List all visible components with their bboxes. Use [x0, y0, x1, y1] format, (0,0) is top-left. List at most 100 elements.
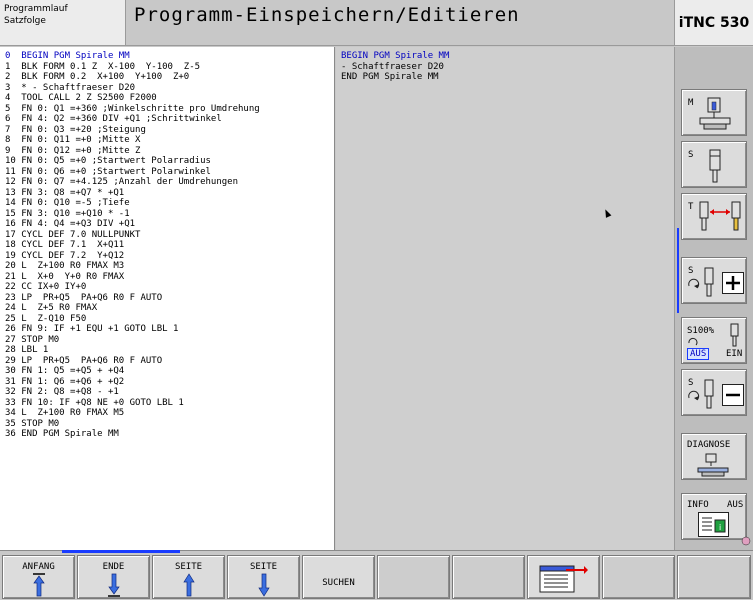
program-line[interactable]: 2 BLK FORM 0.2 X+100 Y+100 Z+0	[5, 72, 334, 83]
program-line[interactable]: 3 * - Schaftfraeser D20	[5, 83, 334, 94]
spindle-off-option[interactable]: AUS	[687, 348, 710, 360]
brand-logo: iTNC 530	[674, 0, 753, 46]
program-line[interactable]: 0 BEGIN PGM Spirale MM	[5, 51, 334, 62]
program-line[interactable]: 5 FN 0: Q1 =+360 ;Winkelschritte pro Umd…	[5, 104, 334, 115]
spindle-icon	[704, 379, 714, 409]
program-line[interactable]: 1 BLK FORM 0.1 Z X-100 Y-100 Z-5	[5, 62, 334, 73]
program-line[interactable]: 24 L Z+5 R0 FMAX	[5, 303, 334, 314]
program-line[interactable]: 32 FN 2: Q8 =+Q8 - +1	[5, 387, 334, 398]
arrow-down-to-bottom-icon	[108, 573, 120, 597]
program-line[interactable]: 19 CYCL DEF 7.2 Y+Q12	[5, 251, 334, 262]
softkey-s-label: S	[688, 150, 694, 160]
softkey-t-label: T	[688, 202, 694, 212]
page-down-label: SEITE	[249, 562, 278, 572]
spindle-rotation-icon	[688, 390, 700, 401]
program-line[interactable]: 21 L X+0 Y+0 R0 FMAX	[5, 272, 334, 283]
softkey-s-plus-label: S	[688, 266, 694, 276]
mode-panel: Programmlauf Satzfolge	[0, 0, 126, 46]
program-line[interactable]: 10 FN 0: Q5 =+0 ;Startwert Polarradius	[5, 156, 334, 167]
program-line[interactable]: 8 FN 0: Q11 =+0 ;Mitte X	[5, 135, 334, 146]
info-document-icon: i	[698, 512, 729, 537]
program-line[interactable]: 26 FN 9: IF +1 EQU +1 GOTO LBL 1	[5, 324, 334, 335]
program-line[interactable]: 18 CYCL DEF 7.1 X+Q11	[5, 240, 334, 251]
svg-text:i: i	[719, 523, 721, 532]
empty-softkey-7[interactable]	[452, 555, 525, 599]
program-line[interactable]: 6 FN 4: Q2 =+360 DIV +Q1 ;Schrittwinkel	[5, 114, 334, 125]
program-list-icon	[539, 565, 588, 593]
softkey-bar-indicator	[677, 228, 679, 313]
program-line[interactable]: 33 FN 10: IF +Q8 NE +0 GOTO LBL 1	[5, 398, 334, 409]
page-down-button[interactable]: SEITE	[227, 555, 300, 599]
program-line[interactable]: 20 L Z+100 R0 FMAX M3	[5, 261, 334, 272]
program-line[interactable]: 23 LP PR+Q5 PA+Q6 R0 F AUTO	[5, 293, 334, 304]
program-line[interactable]: 17 CYCL DEF 7.0 NULLPUNKT	[5, 230, 334, 241]
softkey-info-aus-label: AUS	[727, 500, 744, 510]
page-title: Programm-Einspeichern/Editieren	[126, 0, 674, 46]
program-line[interactable]: 13 FN 3: Q8 =+Q7 * +Q1	[5, 188, 334, 199]
program-line[interactable]: 11 FN 0: Q6 =+0 ;Startwert Polarwinkel	[5, 167, 334, 178]
softkey-info[interactable]: INFO AUS i	[681, 493, 747, 540]
softkey-s-minus-label: S	[688, 378, 694, 388]
plus-icon	[722, 272, 744, 294]
ende-button[interactable]: ENDE	[77, 555, 150, 599]
program-line[interactable]: 29 LP PR+Q5 PA+Q6 R0 F AUTO	[5, 356, 334, 367]
arrow-up-icon	[183, 573, 195, 597]
program-line[interactable]: 15 FN 3: Q10 =+Q10 * -1	[5, 209, 334, 220]
softkey-t[interactable]: T	[681, 193, 747, 240]
program-line[interactable]: 30 FN 1: Q5 =+Q5 + +Q4	[5, 366, 334, 377]
anfang-button[interactable]: ANFANG	[2, 555, 75, 599]
softkey-diagnose[interactable]: DIAGNOSE	[681, 433, 747, 480]
program-line[interactable]: 4 TOOL CALL 2 Z S2500 F2000	[5, 93, 334, 104]
program-line[interactable]: 22 CC IX+0 IY+0	[5, 282, 334, 293]
empty-softkey-6[interactable]	[377, 555, 450, 599]
empty-softkey-9[interactable]	[602, 555, 675, 599]
program-line[interactable]: 28 LBL 1	[5, 345, 334, 356]
arrow-down-icon	[258, 573, 270, 597]
machine-m-icon	[699, 97, 731, 130]
program-line[interactable]: 35 STOP M0	[5, 419, 334, 430]
diagnose-icon	[697, 453, 729, 477]
page-up-label: SEITE	[174, 562, 203, 572]
softkey-diagnose-label: DIAGNOSE	[687, 440, 731, 450]
softkey-spindle-plus[interactable]: S	[681, 257, 747, 304]
program-line[interactable]: 16 FN 4: Q4 =+Q3 DIV +Q1	[5, 219, 334, 230]
softkey-m[interactable]: M	[681, 89, 747, 136]
anfang-label: ANFANG	[22, 562, 55, 572]
preview-line: - Schaftfraeser D20	[341, 61, 444, 72]
program-editor[interactable]: 0 BEGIN PGM Spirale MM 1 BLK FORM 0.1 Z X…	[0, 47, 335, 550]
program-line[interactable]: 27 STOP M0	[5, 335, 334, 346]
tool-change-icon	[699, 201, 741, 231]
scroll-indicator-icon	[741, 536, 751, 546]
spindle-icon	[730, 323, 739, 347]
softkey-spindle-override[interactable]: S100% AUS EIN	[681, 317, 747, 364]
softkey-s[interactable]: S	[681, 141, 747, 188]
horizontal-softkey-bar: ANFANG ENDE SEITE SEITE SUCHEN	[0, 550, 753, 600]
spindle-icon	[709, 149, 721, 183]
program-line[interactable]: 7 FN 0: Q3 =+20 ;Steigung	[5, 125, 334, 136]
softkey-spindle-minus[interactable]: S	[681, 369, 747, 416]
program-line[interactable]: 34 L Z+100 R0 FMAX M5	[5, 408, 334, 419]
ende-label: ENDE	[102, 562, 125, 572]
preview-line: BEGIN PGM Spirale MM	[341, 51, 450, 61]
program-line[interactable]: 9 FN 0: Q12 =+0 ;Mitte Z	[5, 146, 334, 157]
program-line[interactable]: 36 END PGM Spirale MM	[5, 429, 334, 440]
spindle-rotation-icon	[688, 278, 700, 289]
program-line[interactable]: 25 L Z-Q10 F50	[5, 314, 334, 325]
spindle-on-option[interactable]: EIN	[726, 349, 742, 359]
program-line[interactable]: 31 FN 1: Q6 =+Q6 + +Q2	[5, 377, 334, 388]
preview-line: END PGM Spirale MM	[341, 72, 439, 82]
program-list-button[interactable]	[527, 555, 600, 599]
spindle-icon	[704, 267, 714, 297]
softkey-info-label: INFO	[687, 500, 709, 510]
mode-line1: Programmlauf	[4, 4, 68, 14]
program-line[interactable]: 14 FN 0: Q10 =-5 ;Tiefe	[5, 198, 334, 209]
suchen-button[interactable]: SUCHEN	[302, 555, 375, 599]
empty-softkey-10[interactable]	[677, 555, 751, 599]
program-line[interactable]: 12 FN 0: Q7 =+4.125 ;Anzahl der Umdrehun…	[5, 177, 334, 188]
page-up-button[interactable]: SEITE	[152, 555, 225, 599]
minus-icon	[722, 384, 744, 406]
spindle-rotation-icon	[688, 337, 698, 346]
arrow-up-to-top-icon	[33, 573, 45, 597]
structure-preview: BEGIN PGM Spirale MM - Schaftfraeser D20 E…	[336, 47, 674, 550]
softkey-m-label: M	[688, 98, 694, 108]
